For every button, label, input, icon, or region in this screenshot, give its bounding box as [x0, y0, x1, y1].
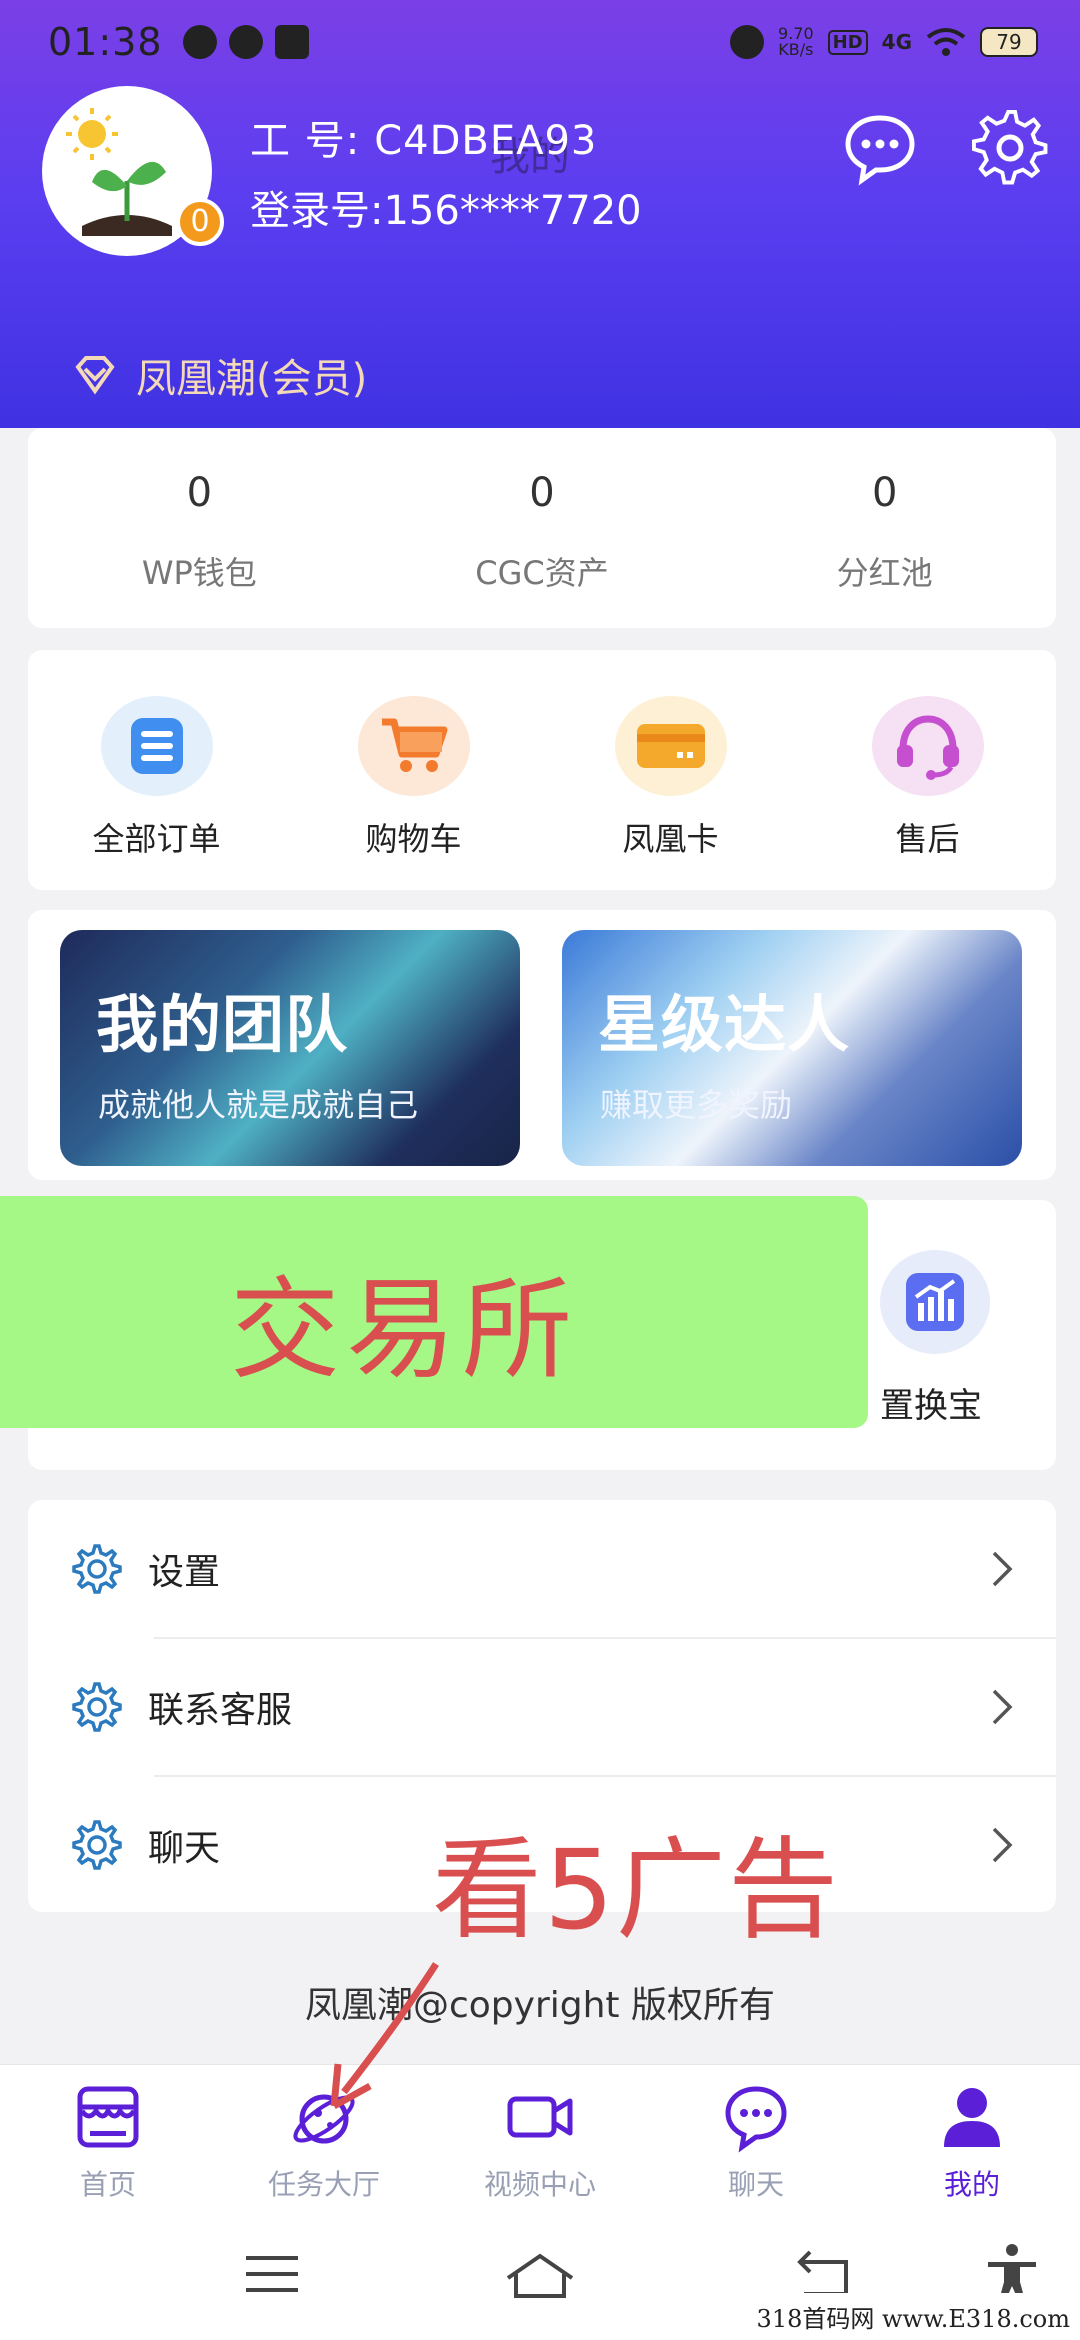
order-label: 全部订单 — [92, 820, 221, 858]
swap-treasure-label[interactable]: 置换宝 — [880, 1378, 982, 1427]
membership-tier[interactable]: 凤凰潮(会员) — [72, 346, 367, 404]
diamond-icon — [75, 356, 115, 395]
my-team-banner[interactable]: 我的团队 成就他人就是成就自己 — [60, 930, 520, 1166]
headset-icon — [871, 696, 984, 796]
stat-label: CGC资产 — [475, 554, 609, 592]
chat-icon — [725, 2086, 787, 2153]
card-icon — [614, 696, 727, 796]
menu-item-contact-support[interactable]: 联系客服 — [28, 1638, 1056, 1776]
menu-label: 联系客服 — [148, 1690, 293, 1731]
menu-item-settings[interactable]: 设置 — [28, 1500, 1056, 1638]
order-shortcuts: 全部订单 购物车 凤凰卡 售后 — [28, 650, 1056, 890]
membership-label: 凤凰潮(会员) — [136, 356, 368, 402]
tab-label: 视频中心 — [483, 2168, 596, 2201]
tab-label: 任务大厅 — [267, 2168, 380, 2201]
asset-stats: 0 WP钱包 0 CGC资产 0 分红池 — [28, 428, 1056, 628]
red-arrow-annotation — [330, 1962, 439, 2110]
copyright-text: 凤凰潮@copyright 版权所有 — [304, 1985, 775, 2026]
banner-title: 星级达人 — [598, 988, 851, 1061]
battery-indicator: 79 — [980, 27, 1038, 57]
exchange-overlay-text: 交易所 — [230, 1266, 578, 1394]
status-time: 01:38 — [48, 20, 163, 64]
tab-label: 我的 — [943, 2168, 1000, 2201]
promo-banners: 我的团队 成就他人就是成就自己 星级达人 赚取更多奖励 — [28, 910, 1056, 1180]
list-icon — [100, 696, 213, 796]
star-expert-banner[interactable]: 星级达人 赚取更多奖励 — [562, 930, 1022, 1166]
person-icon — [944, 2088, 1000, 2147]
gear-icon — [72, 1544, 122, 1594]
notification-icon — [182, 25, 217, 59]
tab-video-center[interactable]: 视频中心 — [432, 2065, 648, 2214]
level-badge: 0 — [176, 198, 224, 246]
employee-id: 工 号: C4DBEA93 — [250, 118, 598, 164]
tab-home[interactable]: 首页 — [0, 2065, 216, 2214]
gear-icon[interactable] — [972, 110, 1048, 186]
tab-label: 聊天 — [727, 2168, 784, 2201]
banner-subtitle: 赚取更多奖励 — [600, 1086, 793, 1124]
menu-label: 设置 — [148, 1552, 221, 1593]
stat-value: 0 — [186, 470, 213, 516]
gear-icon — [72, 1820, 122, 1870]
message-icon[interactable] — [842, 110, 918, 186]
qq-icon — [228, 25, 263, 59]
tab-chat[interactable]: 聊天 — [648, 2065, 864, 2214]
order-label: 凤凰卡 — [622, 820, 719, 858]
stat-value: 0 — [871, 470, 898, 516]
network-type: 4G — [881, 30, 912, 54]
phoenix-card-button[interactable]: 凤凰卡 — [542, 650, 799, 890]
after-sales-button[interactable]: 售后 — [799, 650, 1056, 890]
tab-me[interactable]: 我的 — [864, 2065, 1080, 2214]
video-icon — [507, 2096, 573, 2138]
stat-label: WP钱包 — [141, 554, 257, 592]
banner-title: 我的团队 — [96, 988, 349, 1061]
store-icon — [77, 2086, 139, 2148]
home-icon[interactable] — [504, 2250, 576, 2302]
chevron-right-icon — [992, 1827, 1013, 1863]
menu-icon[interactable] — [244, 2250, 300, 2298]
banner-subtitle: 成就他人就是成就自己 — [98, 1086, 419, 1124]
login-number: 登录号:156****7720 — [250, 188, 642, 234]
chevron-right-icon — [992, 1689, 1013, 1725]
menu-label: 聊天 — [148, 1828, 221, 1869]
gear-icon — [72, 1682, 122, 1732]
ad-overlay-text: 看5广告 — [432, 1826, 840, 1954]
status-bar: 01:38 9.70 KB/s HD 4G 79 — [48, 18, 1038, 66]
cart-icon — [357, 696, 470, 796]
bottom-tab-bar: 首页 任务大厅 视频中心 聊天 我的 — [0, 2064, 1080, 2214]
stat-wp-wallet[interactable]: 0 WP钱包 — [28, 428, 371, 628]
wifi-icon — [926, 28, 966, 56]
stat-label: 分红池 — [836, 554, 933, 592]
watermark: 318首码网 www.E318.com — [746, 2293, 1080, 2340]
stat-cgc-assets[interactable]: 0 CGC资产 — [371, 428, 714, 628]
order-label: 售后 — [895, 820, 960, 858]
chevron-right-icon — [992, 1551, 1013, 1587]
all-orders-button[interactable]: 全部订单 — [28, 650, 285, 890]
network-speed: 9.70 KB/s — [778, 24, 814, 59]
bar-chart-icon[interactable] — [880, 1250, 990, 1354]
order-label: 购物车 — [365, 820, 462, 858]
cart-button[interactable]: 购物车 — [285, 650, 542, 890]
alipay-icon — [274, 25, 309, 59]
stat-dividend-pool[interactable]: 0 分红池 — [713, 428, 1056, 628]
hd-badge: HD — [827, 29, 868, 55]
alarm-icon — [730, 25, 765, 59]
stat-value: 0 — [529, 470, 555, 516]
tab-label: 首页 — [79, 2168, 136, 2201]
